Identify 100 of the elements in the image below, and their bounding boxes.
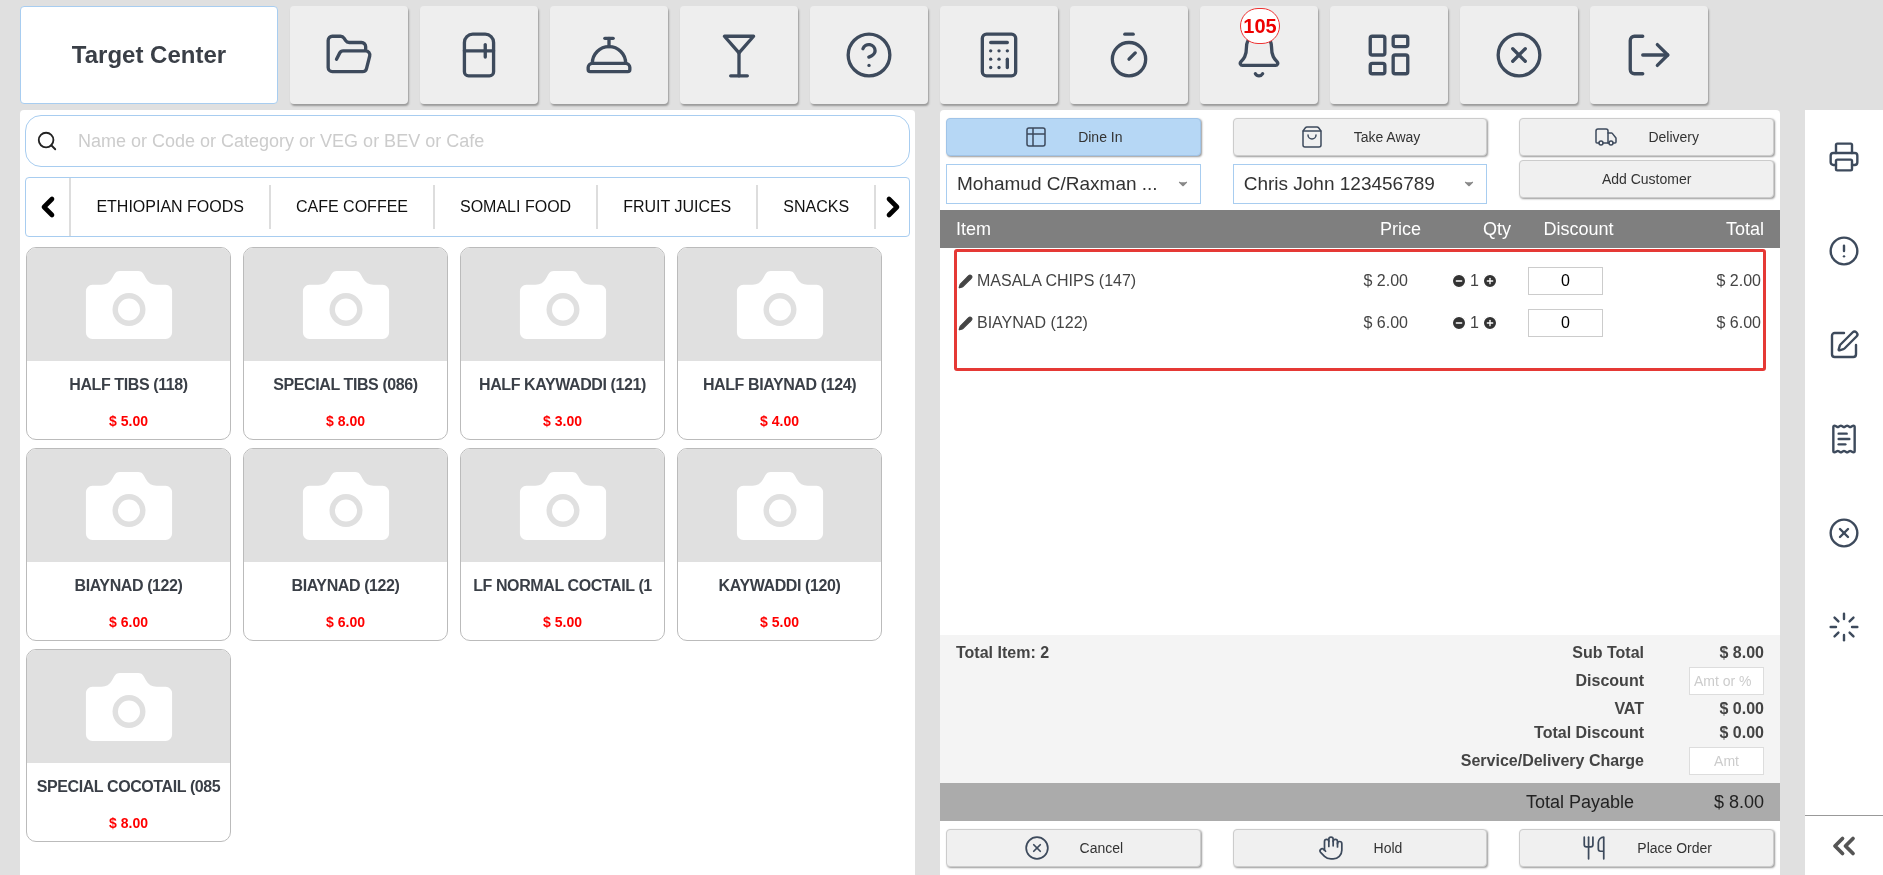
product-card[interactable]: HALF BIAYNAD (124) $ 4.00 [677,247,882,440]
toolbar-button[interactable] [1330,6,1448,104]
column-header: Total [1724,217,1764,241]
bag-icon [1299,125,1324,149]
add-customer-button[interactable]: Add Customer [1519,160,1774,198]
plus-icon[interactable] [1482,273,1498,289]
product-price: $ 3.00 [543,412,582,431]
toolbar-button[interactable] [550,6,668,104]
item-total: $ 6.00 [1715,313,1762,333]
utensils-icon [1581,835,1608,861]
search-icon [36,130,58,152]
sub-total-value: $ 8.00 [1718,643,1764,663]
order-type-tab[interactable]: Dine In [946,118,1201,156]
close-icon [1828,517,1860,549]
customer-select[interactable]: Chris John 123456789 [1232,164,1488,204]
edit-icon [1828,329,1860,361]
category-tab[interactable]: SNACKS [758,185,877,229]
item-quantity: 1 [1470,271,1479,291]
total-items: Total Item: 2 [956,643,1050,663]
toolbar-button[interactable] [680,6,798,104]
discount-input[interactable]: 0 [1528,267,1603,295]
product-name: KAYWADDI (120) [718,576,841,596]
category-tab[interactable]: CAFE COFFEE [271,185,435,229]
total-payable-value: $ 8.00 [1712,790,1764,814]
charge-label: Service/Delivery Charge [1460,751,1644,771]
item-name: MASALA CHIPS (147) [977,271,1137,291]
toolbar-button[interactable] [810,6,928,104]
waiter-value: Mohamud C/Raxman ... [957,171,1158,196]
product-price: $ 8.00 [326,412,365,431]
notification-badge: 105 [1240,8,1280,44]
product-name: BIAYNAD (122) [291,576,400,596]
plus-icon[interactable] [1482,315,1498,331]
order-type-tab[interactable]: Delivery [1519,118,1774,156]
product-price: $ 5.00 [543,613,582,632]
toolbar-button[interactable] [420,6,538,104]
product-card[interactable]: SPECIAL TIBS (086) $ 8.00 [243,247,448,440]
order-type-tab[interactable]: Take Away [1232,118,1488,156]
loading-icon [1828,611,1860,643]
product-card[interactable]: BIAYNAD (122) $ 6.00 [26,448,231,641]
product-card[interactable]: HALF KAYWADDI (121) $ 3.00 [460,247,665,440]
product-name: SPECIAL TIBS (086) [273,375,418,395]
action-button[interactable]: Place Order [1519,829,1774,867]
minus-icon[interactable] [1451,315,1468,331]
close-icon [1494,30,1544,80]
action-button[interactable]: Hold [1232,829,1488,867]
help-icon [844,30,894,80]
sub-total-label: Sub Total [1571,643,1644,663]
category-tab[interactable]: ETHIOPIAN FOODS [71,185,271,229]
alert-icon [1828,235,1860,267]
item-price: $ 2.00 [1362,271,1408,291]
product-card[interactable]: SPECIAL COCOTAIL (085 $ 8.00 [26,649,231,842]
product-card[interactable]: KAYWADDI (120) $ 5.00 [677,448,882,641]
discount-input[interactable]: 0 [1528,309,1603,337]
item-quantity: 1 [1470,313,1479,333]
product-price: $ 6.00 [109,613,148,632]
waiter-select[interactable]: Mohamud C/Raxman ... [946,164,1201,204]
product-name: LF NORMAL COCTAIL (1 [473,576,652,596]
product-name: HALF BIAYNAD (124) [702,375,857,395]
truck-icon [1594,125,1619,149]
product-price: $ 5.00 [760,613,799,632]
app-title: Target Center [20,6,278,104]
item-name: BIAYNAD (122) [977,313,1088,333]
product-name: HALF KAYWADDI (121) [479,375,646,395]
discount-label: Discount [1574,671,1644,691]
toolbar-button[interactable]: 105 [1200,6,1318,104]
toolbar-button[interactable] [1460,6,1578,104]
action-button[interactable]: Cancel [946,829,1201,867]
table-icon [1024,125,1049,149]
category-tab[interactable]: SOMALI FOOD [435,185,599,229]
total-discount-label: Total Discount [1533,723,1644,743]
item-price: $ 6.00 [1362,313,1408,333]
product-price: $ 4.00 [760,412,799,431]
minus-icon[interactable] [1451,273,1468,289]
product-card[interactable]: LF NORMAL COCTAIL (1 $ 5.00 [460,448,665,641]
customer-value: Chris John 123456789 [1243,171,1435,196]
column-header: Price [1379,217,1421,241]
category-tab[interactable]: FRUIT JUICES [598,185,759,229]
print-icon [1828,141,1860,173]
total-discount-value: $ 0.00 [1718,723,1764,743]
toolbar-button[interactable] [1070,6,1188,104]
product-name: SPECIAL COCOTAIL (085 [36,777,221,797]
column-header: Discount [1542,217,1615,241]
column-header: Item [956,217,992,241]
vat-value: $ 0.00 [1718,699,1764,719]
toolbar-button[interactable] [940,6,1058,104]
close-icon [1023,835,1050,861]
pencil-icon[interactable] [958,273,973,289]
hand-icon [1317,835,1344,861]
vat-label: VAT [1613,699,1644,719]
product-price: $ 6.00 [326,613,365,632]
toolbar-button[interactable] [290,6,408,104]
product-name: BIAYNAD (122) [74,576,183,596]
toolbar-button[interactable] [1590,6,1708,104]
product-name: HALF TIBS (118) [69,375,188,395]
item-total: $ 2.00 [1715,271,1762,291]
product-card[interactable]: HALF TIBS (118) $ 5.00 [26,247,231,440]
pencil-icon[interactable] [958,315,973,331]
column-header: Qty [1482,217,1511,241]
product-card[interactable]: BIAYNAD (122) $ 6.00 [243,448,448,641]
product-price: $ 8.00 [109,814,148,833]
